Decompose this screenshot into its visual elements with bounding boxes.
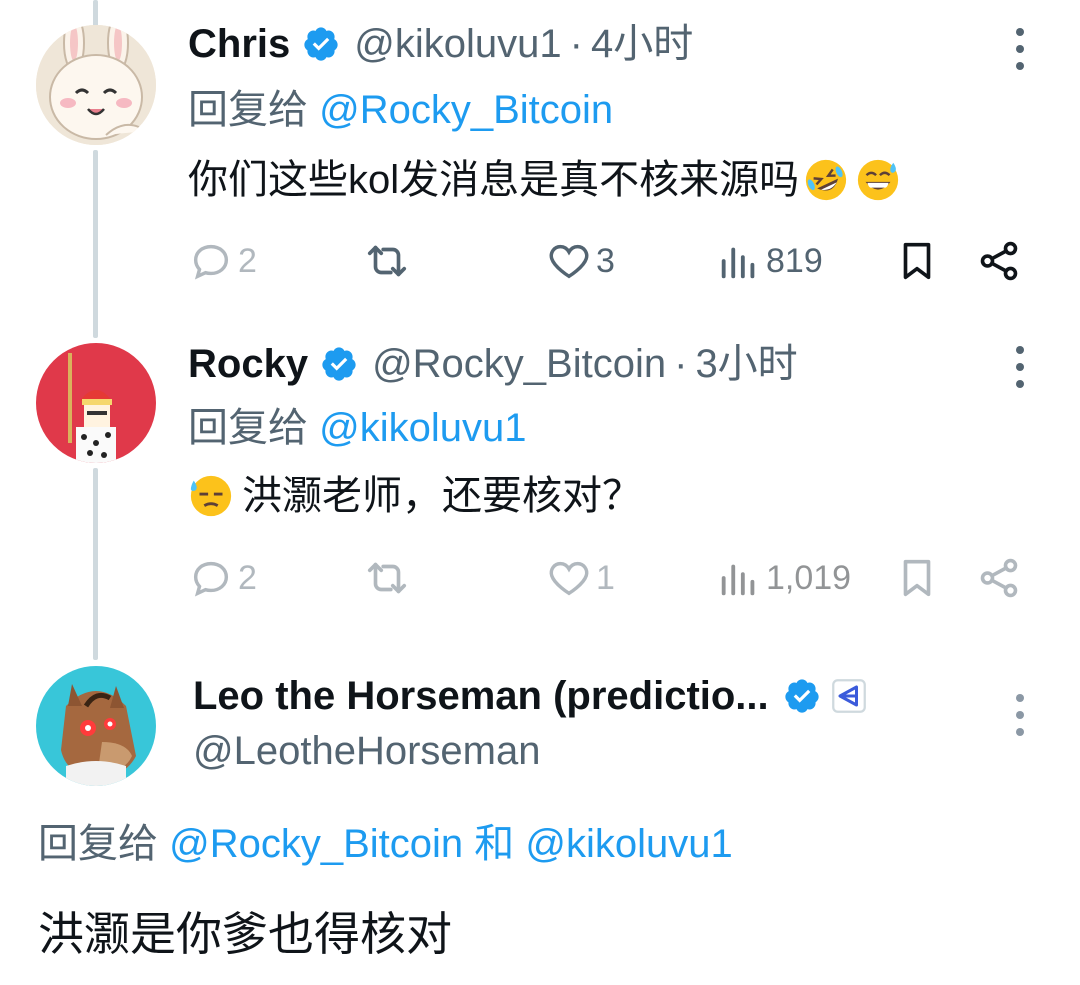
bookmark-button[interactable] <box>894 548 940 608</box>
tweet-text: 你们这些kol发消息是真不核来源吗 <box>188 154 901 206</box>
reply-to-joiner: 和 <box>474 822 515 866</box>
verified-badge-icon <box>304 27 338 61</box>
tweet-body-text: 洪灏是你爹也得核对 <box>38 908 452 960</box>
more-options-button[interactable] <box>1000 332 1040 402</box>
reply-to-line: 回复给 @Rocky_Bitcoin 和 @kikoluvu1 <box>38 820 733 868</box>
share-button[interactable] <box>976 231 1022 291</box>
bookmark-icon <box>903 242 931 280</box>
bookmark-icon <box>903 559 931 597</box>
reply-count: 2 <box>238 558 257 597</box>
thread-connector-line <box>93 150 98 338</box>
reply-button[interactable]: 2 <box>188 231 257 291</box>
display-name[interactable]: Leo the Horseman (predictio... <box>193 672 769 720</box>
like-button[interactable]: 3 <box>546 231 615 291</box>
reply-button[interactable]: 2 <box>188 548 257 608</box>
more-options-button[interactable] <box>1000 680 1040 750</box>
mention-link[interactable]: @Rocky_Bitcoin <box>169 822 463 866</box>
reply-to-label: 回复给 <box>38 822 158 866</box>
heart-icon <box>549 244 589 279</box>
share-button[interactable] <box>976 548 1022 608</box>
repost-button[interactable] <box>364 548 414 608</box>
more-options-button[interactable] <box>1000 14 1040 84</box>
views-chart-icon <box>721 564 755 596</box>
view-count: 1,019 <box>766 558 852 597</box>
heart-icon <box>549 561 589 596</box>
separator-dot: · <box>569 22 583 66</box>
reply-count: 2 <box>238 241 257 280</box>
verified-badge-icon <box>322 347 356 381</box>
avatar[interactable] <box>36 343 156 463</box>
timestamp[interactable]: 3小时 <box>695 340 797 388</box>
verified-badge-icon <box>785 679 819 713</box>
share-icon <box>980 558 1018 598</box>
like-count: 3 <box>596 241 615 280</box>
mention-link[interactable]: @Rocky_Bitcoin <box>319 88 613 132</box>
tweet-header: Chris @kikoluvu1 · 4小时 <box>188 20 693 68</box>
tweet-actions: 2 3 819 <box>188 231 1033 291</box>
user-handle[interactable]: @kikoluvu1 <box>354 20 561 68</box>
reply-to-label: 回复给 <box>188 406 308 450</box>
reply-to-label: 回复给 <box>188 88 308 132</box>
user-handle[interactable]: @LeotheHorseman <box>193 727 540 775</box>
rolling-laughing-emoji <box>806 159 847 201</box>
avatar[interactable] <box>36 25 156 145</box>
tweet-body-text: 洪灏老师，还要核对？ <box>242 474 642 518</box>
bookmark-button[interactable] <box>894 231 940 291</box>
like-button[interactable]: 1 <box>546 548 615 608</box>
avatar[interactable] <box>36 666 156 786</box>
separator-dot: · <box>674 342 688 386</box>
timestamp[interactable]: 4小时 <box>591 20 693 68</box>
mention-link[interactable]: @kikoluvu1 <box>319 406 526 450</box>
tweet-subheader: @LeotheHorseman <box>193 727 540 775</box>
tweet-header: Leo the Horseman (predictio... <box>193 672 867 720</box>
reply-icon <box>193 244 229 280</box>
thread-connector-line <box>93 468 98 660</box>
mention-link[interactable]: @kikoluvu1 <box>525 822 732 866</box>
reply-icon <box>193 561 229 597</box>
tweet-text: 洪灏老师，还要核对？ <box>188 470 642 522</box>
display-name[interactable]: Rocky <box>188 340 308 388</box>
display-name[interactable]: Chris <box>188 20 290 68</box>
tweet-actions: 2 1 1,019 <box>188 548 1033 608</box>
grinning-sweat-emoji <box>858 159 899 201</box>
share-icon <box>980 241 1018 281</box>
repost-button[interactable] <box>364 231 414 291</box>
repost-icon <box>367 245 407 277</box>
view-count: 819 <box>766 241 823 280</box>
downcast-sweat-emoji <box>190 475 232 517</box>
tweet-text: 洪灏是你爹也得核对 <box>38 904 452 964</box>
like-count: 1 <box>596 558 615 597</box>
tweet-header: Rocky @Rocky_Bitcoin · 3小时 <box>188 340 798 388</box>
views-button[interactable]: 819 <box>716 231 823 291</box>
user-handle[interactable]: @Rocky_Bitcoin <box>372 340 666 388</box>
tweet-body-text: 你们这些kol发消息是真不核来源吗 <box>188 158 800 202</box>
views-chart-icon <box>721 247 755 279</box>
reply-to-line: 回复给 @Rocky_Bitcoin <box>188 86 613 134</box>
repost-icon <box>367 562 407 594</box>
reply-to-line: 回复给 @kikoluvu1 <box>188 404 527 452</box>
views-button[interactable]: 1,019 <box>716 548 851 608</box>
affiliate-badge-icon <box>831 679 866 713</box>
